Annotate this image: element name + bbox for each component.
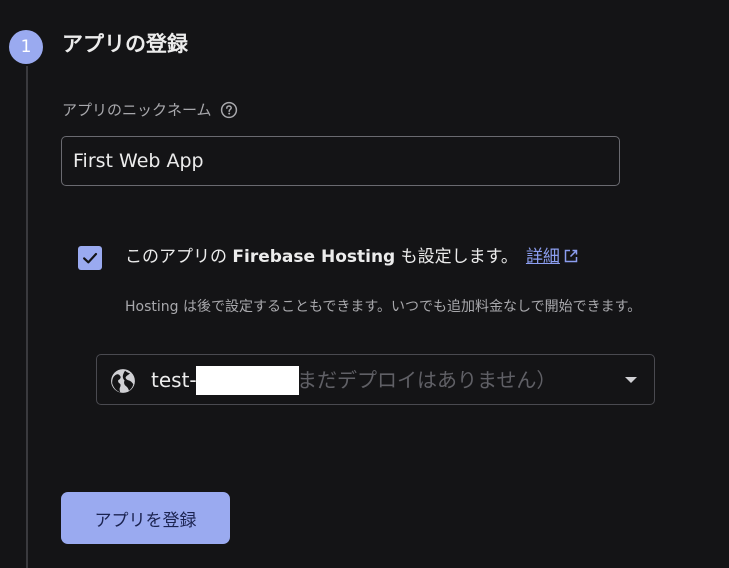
nickname-label-row: アプリのニックネーム <box>62 99 238 120</box>
help-circle-icon[interactable] <box>220 101 238 119</box>
hosting-label-brand: Firebase Hosting <box>232 247 396 267</box>
details-link-label: 詳細 <box>525 247 560 267</box>
dropdown-caret-icon[interactable] <box>625 377 637 383</box>
step-title: アプリの登録 <box>62 32 188 56</box>
hosting-hint-text: Hosting は後で設定することもできます。いつでも追加料金なしで開始できます… <box>125 299 642 315</box>
hosting-site-select[interactable]: test- まだデプロイはありません） <box>96 354 655 405</box>
site-deploy-status: まだデプロイはありません） <box>297 368 557 392</box>
details-link[interactable]: 詳細 <box>526 247 579 267</box>
register-app-step: 1 アプリの登録 アプリのニックネーム このアプリの Firebase Host… <box>0 0 729 568</box>
hosting-checkbox[interactable] <box>78 246 102 270</box>
hosting-checkbox-label: このアプリの Firebase Hosting も設定します。 詳細 <box>125 243 579 271</box>
site-id-prefix: test- <box>151 368 197 392</box>
redacted-site-id <box>196 366 299 395</box>
nickname-label: アプリのニックネーム <box>62 101 212 119</box>
register-app-button[interactable]: アプリを登録 <box>61 492 230 544</box>
app-nickname-input[interactable] <box>61 136 620 186</box>
checkmark-icon <box>83 252 98 264</box>
hosting-label-prefix: このアプリの <box>125 247 227 267</box>
step-connector-line <box>26 66 28 568</box>
hosting-label-suffix: も設定します。 <box>400 247 518 267</box>
open-in-new-icon <box>564 249 578 263</box>
step-number-badge: 1 <box>9 30 43 64</box>
globe-icon <box>111 369 135 393</box>
